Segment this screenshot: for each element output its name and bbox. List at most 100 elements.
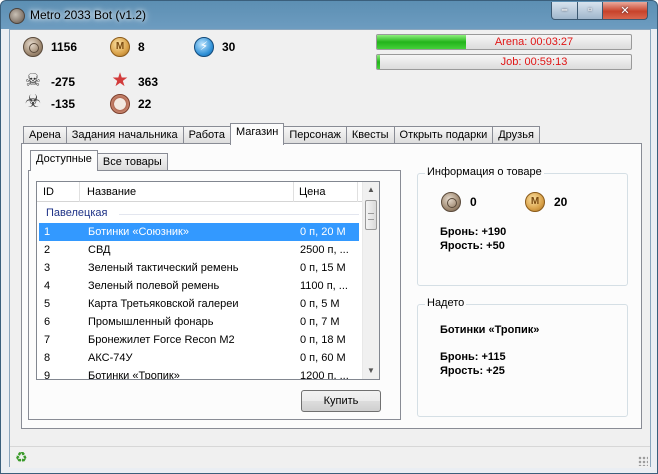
minimize-button[interactable]: – <box>551 2 578 20</box>
item-id: 1 <box>44 226 51 238</box>
minimize-icon: – <box>561 4 568 16</box>
stars-value: 363 <box>138 75 159 89</box>
kills-value: -275 <box>51 75 76 89</box>
job-timer-bar: Job: 00:59:13 <box>376 54 632 70</box>
available-items-panel: ID Название Цена Павелецкая 1 Ботинки «С… <box>28 170 401 420</box>
equipped-item-name: Ботинки «Тропик» <box>440 324 540 336</box>
stat-kills: -275 <box>23 70 76 93</box>
arena-timer-text: Arena: 00:03:27 <box>494 36 574 48</box>
item-id: 7 <box>44 334 51 346</box>
equipped-rage: Ярость: +25 <box>440 365 505 377</box>
list-item[interactable]: 6 Промышленный фонарь 0 п, 7 М <box>39 313 359 331</box>
silver-value: 1156 <box>51 40 78 54</box>
item-id: 5 <box>44 298 51 310</box>
list-item[interactable]: 2 СВД 2500 п, ... <box>39 241 359 259</box>
refresh-icon[interactable]: ♻ <box>15 449 28 466</box>
item-info-group: Информация о товаре 0 20 Бронь: +190 Яро… <box>417 166 628 286</box>
item-id: 2 <box>44 244 51 256</box>
item-price: 2500 п, ... <box>300 244 349 256</box>
window-title: Metro 2033 Bot (v1.2) <box>30 8 147 22</box>
title-bar[interactable]: Metro 2033 Bot (v1.2) – ▫ ✕ <box>1 1 657 29</box>
list-item[interactable]: 3 Зеленый тактический ремень 0 п, 15 М <box>39 259 359 277</box>
list-group-header: Павелецкая <box>46 207 108 219</box>
item-id: 9 <box>44 370 51 380</box>
item-id: 6 <box>44 316 51 328</box>
group-divider <box>119 214 359 215</box>
skull-icon <box>23 70 43 92</box>
list-item[interactable]: 7 Бронежилет Force Recon M2 0 п, 18 М <box>39 331 359 349</box>
item-name: АКС-74У <box>88 352 133 364</box>
list-header: ID Название Цена <box>37 182 366 202</box>
list-scrollbar[interactable]: ▲ ▼ <box>362 182 379 379</box>
star-icon <box>110 69 130 92</box>
item-price: 1100 п, ... <box>300 280 348 292</box>
app-icon <box>9 8 25 24</box>
item-id: 4 <box>44 280 51 292</box>
maximize-button[interactable]: ▫ <box>577 2 603 20</box>
item-price: 0 п, 20 М <box>300 226 346 238</box>
list-item[interactable]: 5 Карта Третьяковской галереи 0 п, 5 М <box>39 295 359 313</box>
shop-panel: Доступные Все товары ID Название Цена Па… <box>21 143 642 429</box>
column-id[interactable]: ID <box>43 186 54 198</box>
stat-radiation: -135 <box>23 91 76 115</box>
equipped-armor: Бронь: +115 <box>440 351 506 363</box>
column-divider <box>293 182 294 202</box>
equipped-title: Надето <box>425 297 467 309</box>
item-armor: Бронь: +190 <box>440 226 507 238</box>
list-item[interactable]: 4 Зеленый полевой ремень 1100 п, ... <box>39 277 359 295</box>
energy-icon <box>194 37 214 57</box>
silver-coin-icon <box>441 192 461 212</box>
stat-gold: 8 <box>110 36 145 58</box>
item-price: 0 п, 15 М <box>300 262 346 274</box>
list-item[interactable]: 1 Ботинки «Союзник» 0 п, 20 М <box>39 223 359 241</box>
list-item[interactable]: 8 АКС-74У 0 п, 60 М <box>39 349 359 367</box>
silver-coin-icon <box>23 37 43 57</box>
job-timer-text: Job: 00:59:13 <box>500 56 568 68</box>
gold-value: 8 <box>138 40 145 54</box>
subtab-available[interactable]: Доступные <box>30 150 98 171</box>
item-info-title: Информация о товаре <box>425 166 544 178</box>
item-id: 3 <box>44 262 51 274</box>
item-name: Карта Третьяковской галереи <box>88 298 239 310</box>
equipped-group: Надето Ботинки «Тропик» Бронь: +115 Ярос… <box>417 297 628 417</box>
maximize-icon: ▫ <box>588 4 592 16</box>
scroll-up-icon[interactable]: ▲ <box>363 182 379 198</box>
scroll-thumb[interactable] <box>365 200 377 230</box>
close-button[interactable]: ✕ <box>602 2 648 20</box>
arena-timer-bar: Arena: 00:03:27 <box>376 34 632 50</box>
column-price[interactable]: Цена <box>299 186 325 198</box>
item-name: СВД <box>88 244 111 256</box>
item-name: Зеленый полевой ремень <box>88 280 220 292</box>
subtab-all-items[interactable]: Все товары <box>96 153 168 171</box>
column-divider <box>357 182 358 202</box>
resize-grip[interactable] <box>638 456 648 466</box>
item-silver-price: 0 <box>470 195 477 209</box>
buy-button[interactable]: Купить <box>301 390 381 412</box>
item-name: Ботинки «Союзник» <box>88 226 189 238</box>
item-price: 1200 п, ... <box>300 370 349 380</box>
client-area: 1156 8 30 -275 363 -135 22 Arena: 00:0 <box>9 29 651 468</box>
stat-silver: 1156 <box>23 36 77 58</box>
items-list[interactable]: ID Название Цена Павелецкая 1 Ботинки «С… <box>36 181 380 380</box>
main-tabs: Арена Задания начальника Работа Магазин … <box>23 123 540 145</box>
radiation-value: -135 <box>51 97 76 111</box>
item-price: 0 п, 18 М <box>300 334 346 346</box>
list-item[interactable]: 9 Ботинки «Тропик» 1200 п, ... <box>39 367 359 380</box>
item-rage: Ярость: +50 <box>440 240 505 252</box>
scroll-down-icon[interactable]: ▼ <box>363 363 379 379</box>
item-price: 0 п, 60 М <box>300 352 346 364</box>
item-name: Ботинки «Тропик» <box>88 370 180 380</box>
stat-stars: 363 <box>110 69 159 93</box>
stat-energy: 30 <box>194 36 235 58</box>
item-id: 8 <box>44 352 51 364</box>
gold-coin-icon <box>525 192 545 212</box>
radiation-icon <box>23 91 43 114</box>
column-divider <box>79 182 80 202</box>
column-name[interactable]: Название <box>87 186 136 198</box>
item-gold-price: 20 <box>554 195 568 209</box>
shop-subtabs: Доступные Все товары <box>30 150 168 171</box>
app-window: Metro 2033 Bot (v1.2) – ▫ ✕ 1156 8 30 -2… <box>0 0 658 474</box>
rank-badge-icon <box>110 94 130 114</box>
tab-shop[interactable]: Магазин <box>229 123 285 145</box>
item-name: Промышленный фонарь <box>88 316 214 328</box>
